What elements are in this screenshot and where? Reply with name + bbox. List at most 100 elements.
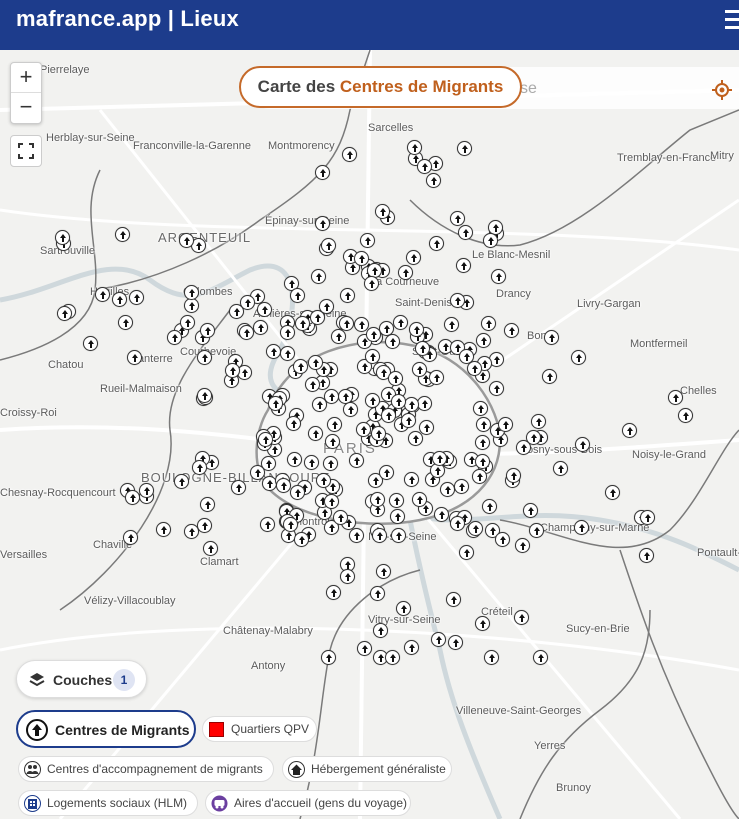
migrant-center-marker[interactable] <box>481 316 496 331</box>
migrant-center-marker[interactable] <box>203 541 218 556</box>
migrant-center-marker[interactable] <box>523 503 538 518</box>
migrant-center-marker[interactable] <box>515 538 530 553</box>
fullscreen-button[interactable] <box>10 135 42 167</box>
migrant-center-marker[interactable] <box>385 334 400 349</box>
migrant-center-marker[interactable] <box>340 569 355 584</box>
layers-button[interactable]: Couches 1 <box>16 660 147 698</box>
migrant-center-marker[interactable] <box>370 492 385 507</box>
migrant-center-marker[interactable] <box>266 344 281 359</box>
migrant-center-marker[interactable] <box>83 336 98 351</box>
migrant-center-marker[interactable] <box>174 474 189 489</box>
migrant-center-marker[interactable] <box>200 497 215 512</box>
migrant-center-marker[interactable] <box>640 510 655 525</box>
migrant-center-marker[interactable] <box>495 532 510 547</box>
migrant-center-marker[interactable] <box>280 325 295 340</box>
migrant-center-marker[interactable] <box>354 317 369 332</box>
migrant-center-marker[interactable] <box>475 454 490 469</box>
migrant-center-marker[interactable] <box>286 416 301 431</box>
migrant-center-marker[interactable] <box>622 423 637 438</box>
migrant-center-marker[interactable] <box>360 233 375 248</box>
migrant-center-marker[interactable] <box>412 492 427 507</box>
migrant-center-marker[interactable] <box>258 432 273 447</box>
migrant-center-marker[interactable] <box>357 641 372 656</box>
migrant-center-marker[interactable] <box>184 298 199 313</box>
migrant-center-marker[interactable] <box>475 435 490 450</box>
migrant-center-marker[interactable] <box>372 528 387 543</box>
migrant-center-marker[interactable] <box>305 377 320 392</box>
migrant-center-marker[interactable] <box>321 650 336 665</box>
layer-chip-logements[interactable]: Logements sociaux (HLM) <box>18 790 198 816</box>
migrant-center-marker[interactable] <box>290 288 305 303</box>
migrant-center-marker[interactable] <box>571 350 586 365</box>
migrant-center-marker[interactable] <box>472 469 487 484</box>
migrant-center-marker[interactable] <box>450 211 465 226</box>
migrant-center-marker[interactable] <box>139 483 154 498</box>
migrant-center-marker[interactable] <box>311 269 326 284</box>
migrant-center-marker[interactable] <box>476 333 491 348</box>
migrant-center-marker[interactable] <box>276 478 291 493</box>
migrant-center-marker[interactable] <box>324 389 339 404</box>
migrant-center-marker[interactable] <box>605 485 620 500</box>
migrant-center-marker[interactable] <box>484 650 499 665</box>
app-title[interactable]: mafrance.app | Lieux <box>16 6 239 32</box>
migrant-center-marker[interactable] <box>268 396 283 411</box>
migrant-center-marker[interactable] <box>454 479 469 494</box>
locate-icon[interactable] <box>712 80 732 100</box>
migrant-center-marker[interactable] <box>639 548 654 563</box>
migrant-center-marker[interactable] <box>483 233 498 248</box>
migrant-center-marker[interactable] <box>356 422 371 437</box>
migrant-center-marker[interactable] <box>325 434 340 449</box>
migrant-center-marker[interactable] <box>349 453 364 468</box>
migrant-center-marker[interactable] <box>444 317 459 332</box>
migrant-center-marker[interactable] <box>417 159 432 174</box>
migrant-center-marker[interactable] <box>544 330 559 345</box>
migrant-center-marker[interactable] <box>319 299 334 314</box>
migrant-center-marker[interactable] <box>431 632 446 647</box>
migrant-center-marker[interactable] <box>324 494 339 509</box>
migrant-center-marker[interactable] <box>260 517 275 532</box>
migrant-center-marker[interactable] <box>574 520 589 535</box>
migrant-center-marker[interactable] <box>316 473 331 488</box>
migrant-center-marker[interactable] <box>526 430 541 445</box>
migrant-center-marker[interactable] <box>287 452 302 467</box>
migrant-center-marker[interactable] <box>408 431 423 446</box>
migrant-center-marker[interactable] <box>257 302 272 317</box>
migrant-center-marker[interactable] <box>391 394 406 409</box>
migrant-center-marker[interactable] <box>250 465 265 480</box>
migrant-center-marker[interactable] <box>533 650 548 665</box>
migrant-center-marker[interactable] <box>180 315 195 330</box>
migrant-center-marker[interactable] <box>304 455 319 470</box>
migrant-center-marker[interactable] <box>321 238 336 253</box>
migrant-center-marker[interactable] <box>575 437 590 452</box>
migrant-center-marker[interactable] <box>459 545 474 560</box>
migrant-center-marker[interactable] <box>123 530 138 545</box>
migrant-center-marker[interactable] <box>529 523 544 538</box>
migrant-center-marker[interactable] <box>323 456 338 471</box>
migrant-center-marker[interactable] <box>283 517 298 532</box>
migrant-center-marker[interactable] <box>239 325 254 340</box>
migrant-center-marker[interactable] <box>406 250 421 265</box>
map-canvas[interactable]: Pierrelaye Sartrouville Montmorency Sarcell… <box>0 50 739 819</box>
migrant-center-marker[interactable] <box>349 528 364 543</box>
migrant-center-marker[interactable] <box>365 349 380 364</box>
migrant-center-marker[interactable] <box>473 401 488 416</box>
migrant-center-marker[interactable] <box>294 532 309 547</box>
migrant-center-marker[interactable] <box>404 397 419 412</box>
migrant-center-marker[interactable] <box>295 316 310 331</box>
migrant-center-marker[interactable] <box>112 292 127 307</box>
migrant-center-marker[interactable] <box>192 460 207 475</box>
migrant-center-marker[interactable] <box>450 516 465 531</box>
migrant-center-marker[interactable] <box>240 295 255 310</box>
migrant-center-marker[interactable] <box>514 610 529 625</box>
migrant-center-marker[interactable] <box>179 233 194 248</box>
migrant-center-marker[interactable] <box>127 350 142 365</box>
migrant-center-marker[interactable] <box>315 216 330 231</box>
migrant-center-marker[interactable] <box>381 408 396 423</box>
migrant-center-marker[interactable] <box>467 361 482 376</box>
migrant-center-marker[interactable] <box>440 482 455 497</box>
migrant-center-marker[interactable] <box>388 371 403 386</box>
migrant-center-marker[interactable] <box>450 293 465 308</box>
migrant-center-marker[interactable] <box>118 315 133 330</box>
migrant-center-marker[interactable] <box>331 329 346 344</box>
migrant-center-marker[interactable] <box>401 413 416 428</box>
